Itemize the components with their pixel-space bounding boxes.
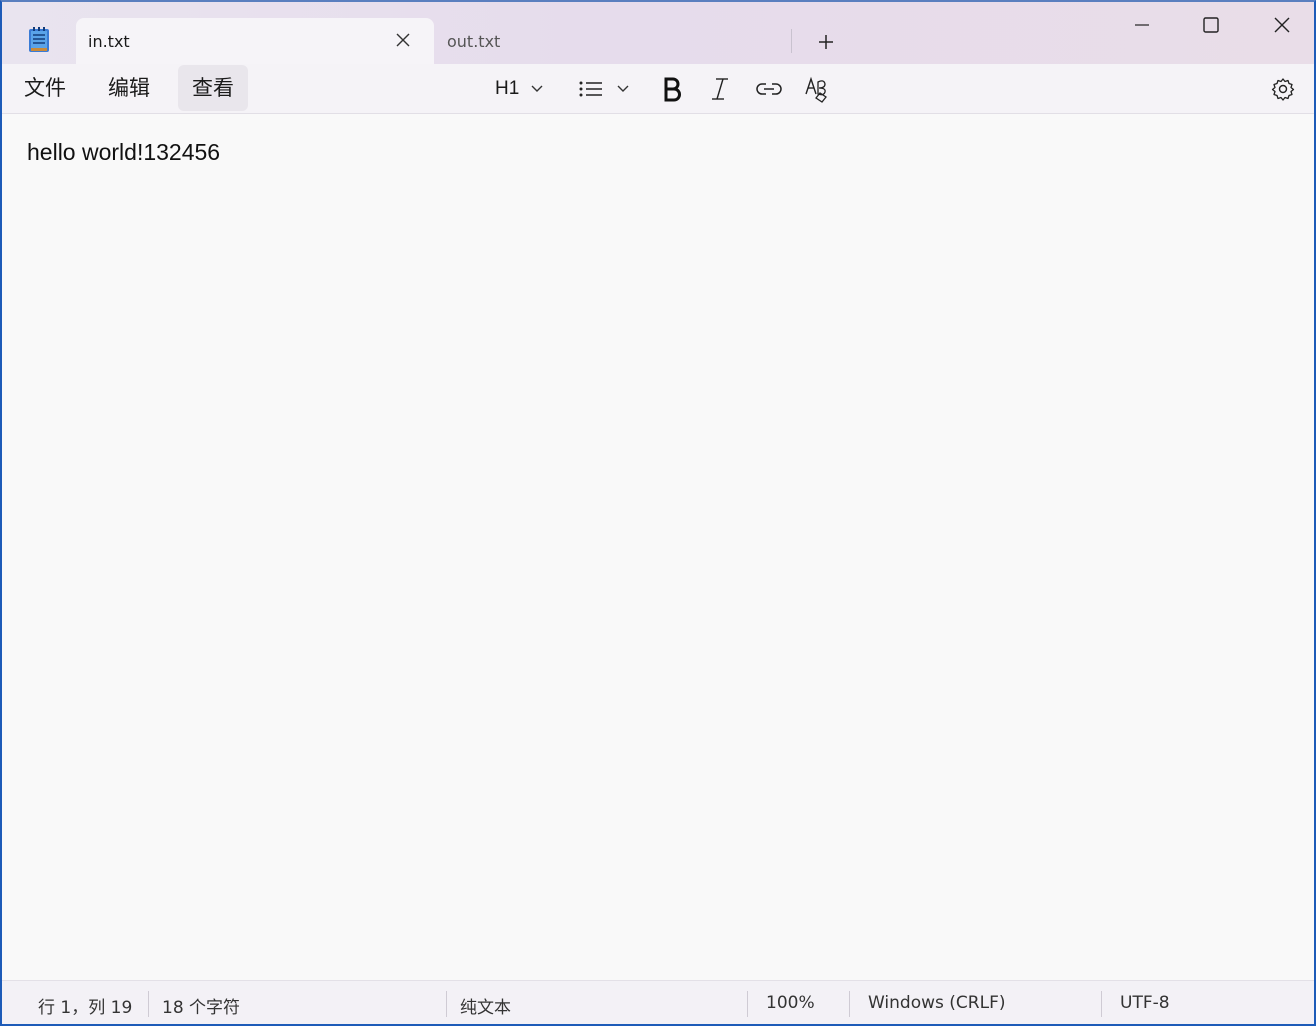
chevron-down-icon [531, 85, 543, 92]
link-icon[interactable] [754, 74, 784, 104]
tab-in-txt[interactable]: in.txt [76, 18, 434, 64]
status-line-ending[interactable]: Windows (CRLF) [868, 993, 1006, 1013]
title-bar: in.txt out.txt [2, 2, 1314, 64]
tab-out-txt[interactable]: out.txt [434, 18, 792, 64]
chevron-down-icon [617, 85, 629, 92]
notepad-app-icon [29, 27, 49, 52]
status-bar: 行 1，列 19 18 个字符 纯文本 100% Windows (CRLF) … [2, 980, 1314, 1024]
list-dropdown-button[interactable] [578, 74, 634, 104]
text-editor-area[interactable]: hello world!132456 [2, 115, 1314, 980]
gear-icon[interactable] [1268, 74, 1298, 104]
heading-dropdown-button[interactable]: H1 [492, 74, 552, 104]
menu-edit[interactable]: 编辑 [94, 65, 164, 111]
close-icon[interactable] [1262, 8, 1302, 42]
italic-icon[interactable] [706, 74, 734, 104]
editor-content[interactable]: hello world!132456 [27, 139, 220, 166]
status-divider [446, 991, 447, 1017]
spellcheck-icon[interactable] [802, 74, 832, 104]
list-icon [579, 81, 602, 97]
heading-label: H1 [495, 78, 520, 99]
bold-icon[interactable] [658, 74, 686, 104]
menu-file[interactable]: 文件 [10, 65, 80, 111]
status-divider [849, 991, 850, 1017]
status-divider [747, 991, 748, 1017]
menu-view[interactable]: 查看 [178, 65, 248, 111]
notepad-window: in.txt out.txt 文件 编辑 查看 H1 hello world!1… [0, 0, 1316, 1026]
menu-toolbar: 文件 编辑 查看 H1 [2, 64, 1314, 114]
status-char-count: 18 个字符 [162, 998, 241, 1018]
close-tab-icon[interactable] [394, 31, 412, 49]
maximize-icon[interactable] [1191, 8, 1231, 42]
status-divider [148, 991, 149, 1017]
status-format[interactable]: 纯文本 [460, 993, 511, 1018]
minimize-icon[interactable] [1122, 8, 1162, 42]
status-cursor-position: 行 1，列 19 [38, 998, 133, 1018]
new-tab-plus-icon[interactable] [814, 30, 838, 54]
tab-label: in.txt [88, 32, 130, 51]
tab-divider [791, 29, 792, 53]
status-encoding[interactable]: UTF-8 [1120, 993, 1170, 1013]
status-divider [1101, 991, 1102, 1017]
status-zoom[interactable]: 100% [766, 993, 815, 1013]
tab-label: out.txt [447, 32, 501, 51]
